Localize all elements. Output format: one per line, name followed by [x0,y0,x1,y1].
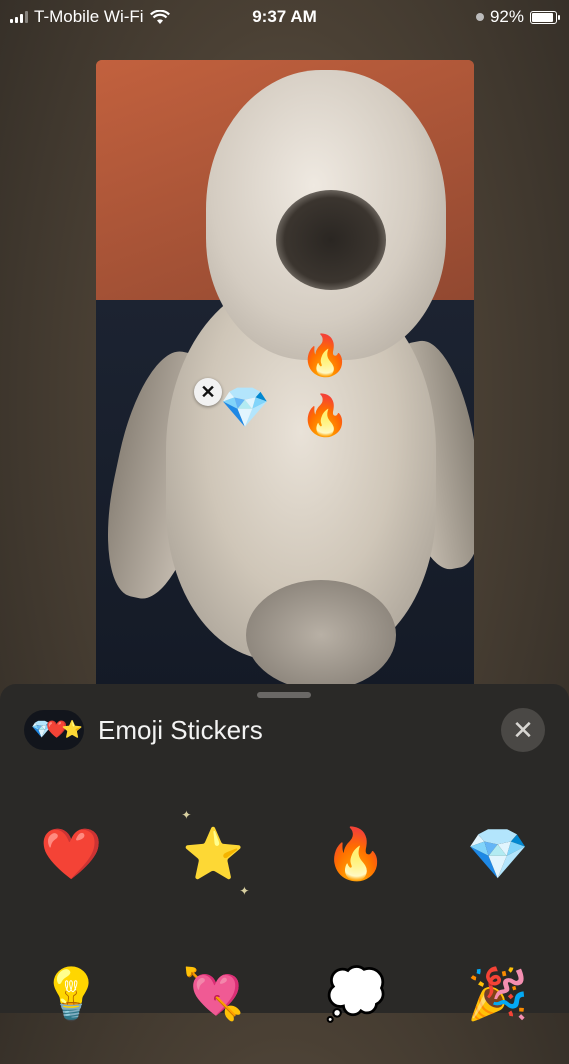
sheet-title: Emoji Stickers [98,714,263,745]
thought-bubble-sticker-option[interactable]: 💭 [306,944,406,1044]
status-left: T-Mobile Wi-Fi [0,7,170,27]
sticker-row: ❤️ ⭐ ✦ ✦ 🔥 💎 [0,784,569,924]
toy-foot [246,580,396,690]
wifi-icon [149,9,170,24]
fire-sticker[interactable]: 🔥 [300,396,350,436]
fire-sticker[interactable]: 🔥 [300,336,350,376]
gem-sticker-option[interactable]: 💎 [448,804,548,904]
sparkle-icon: ✦ [181,808,192,822]
remove-sticker-button[interactable]: ✕ [194,378,222,406]
status-right: 92% [475,7,569,27]
party-popper-sticker-option[interactable]: 🎉 [448,944,548,1044]
close-button[interactable]: ✕ [501,708,545,752]
status-bar: T-Mobile Wi-Fi 9:37 AM 92% [0,0,569,34]
star-glyph: ⭐ [182,825,245,882]
sticker-row: 💡 💘 💭 🎉 [0,924,569,1064]
sparkle-icon: ✦ [239,884,250,898]
emoji-stickers-sheet: 💎❤️⭐ Emoji Stickers ✕ ❤️ ⭐ ✦ ✦ 🔥 💎 💡 💘 💭… [0,684,569,1022]
sheet-grabber[interactable] [257,692,311,698]
heart-sticker-option[interactable]: ❤️ [21,804,121,904]
location-icon [475,13,484,21]
sticker-grid: ❤️ ⭐ ✦ ✦ 🔥 💎 💡 💘 💭 🎉 [0,784,569,1064]
heart-arrow-sticker-option[interactable]: 💘 [163,944,263,1044]
signal-icon [10,11,28,23]
gem-sticker[interactable]: 💎 [220,388,270,428]
star-sticker-option[interactable]: ⭐ ✦ ✦ [163,804,263,904]
toy-face [276,190,386,290]
photo-canvas[interactable] [96,60,474,700]
fire-sticker-option[interactable]: 🔥 [306,804,406,904]
battery-percent: 92% [489,7,524,26]
sheet-header: 💎❤️⭐ Emoji Stickers ✕ [24,708,545,752]
emoji-stickers-app-icon: 💎❤️⭐ [24,710,84,750]
battery-icon [530,10,560,24]
carrier-label: T-Mobile Wi-Fi [34,7,144,26]
lightbulb-sticker-option[interactable]: 💡 [21,944,121,1044]
